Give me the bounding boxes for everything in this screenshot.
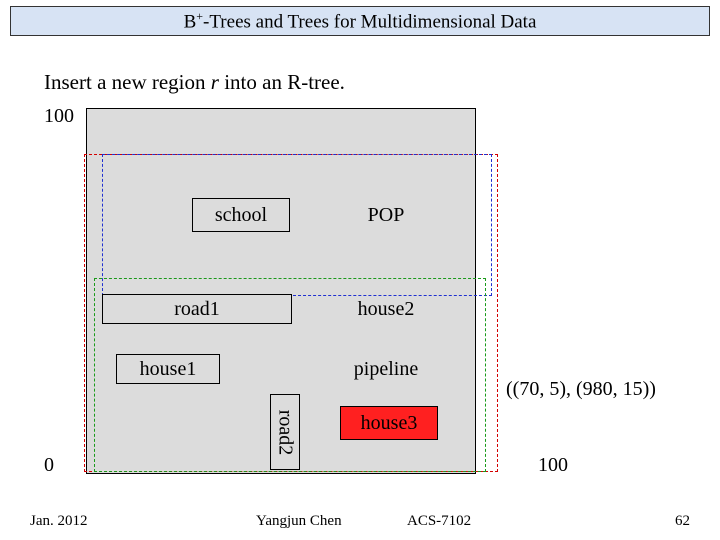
region-pop: POP xyxy=(350,198,422,232)
region-school: school xyxy=(192,198,290,232)
region-house1: house1 xyxy=(116,354,220,384)
region-house3: house3 xyxy=(340,406,438,440)
region-road2: road2 xyxy=(270,394,300,470)
coords-annotation: ((70, 5), (980, 15)) xyxy=(506,378,656,401)
region-pipeline: pipeline xyxy=(334,354,438,384)
x-axis-max: 100 xyxy=(538,454,568,477)
title-text: B+-Trees and Trees for Multidimensional … xyxy=(184,9,537,33)
subtitle-var: r xyxy=(211,70,219,94)
slide-title: B+-Trees and Trees for Multidimensional … xyxy=(10,6,710,36)
footer-page: 62 xyxy=(675,513,690,530)
bounding-box-upper xyxy=(102,154,492,296)
title-pre: B xyxy=(184,11,197,32)
footer-course: ACS-7102 xyxy=(407,513,471,530)
region-house2: house2 xyxy=(334,294,438,324)
axis-origin: 0 xyxy=(44,454,54,477)
region-road1: road1 xyxy=(102,294,292,324)
title-post: -Trees and Trees for Multidimensional Da… xyxy=(203,11,536,32)
subtitle: Insert a new region r into an R-tree. xyxy=(44,70,345,95)
subtitle-pre: Insert a new region xyxy=(44,70,211,94)
footer-author: Yangjun Chen xyxy=(256,513,342,530)
footer-date: Jan. 2012 xyxy=(30,513,88,530)
y-axis-max: 100 xyxy=(44,105,74,128)
subtitle-post: into an R-tree. xyxy=(219,70,345,94)
region-road2-label: road2 xyxy=(274,409,297,455)
